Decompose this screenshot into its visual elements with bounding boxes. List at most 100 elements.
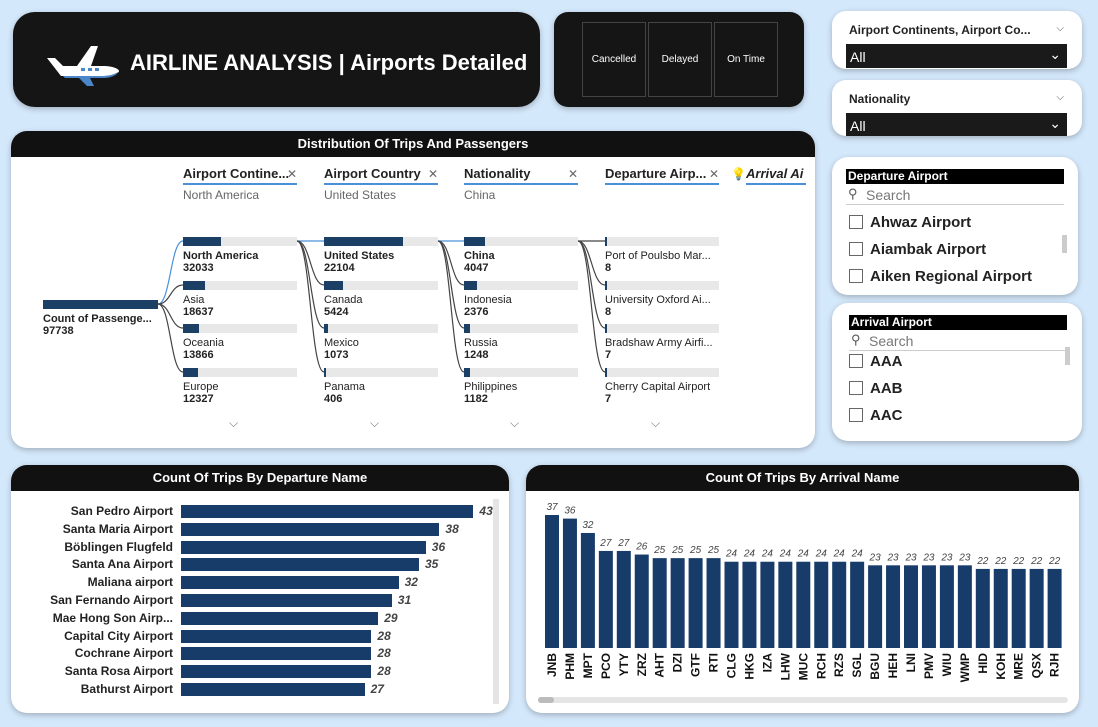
bar-category-label: HID — [976, 653, 990, 674]
chevron-down-icon[interactable]: ⌵ — [1056, 92, 1064, 103]
bar[interactable] — [634, 554, 649, 648]
bar[interactable] — [688, 558, 703, 648]
bar-category-label: BGU — [868, 653, 882, 680]
bar[interactable] — [904, 565, 918, 648]
delayed-button[interactable]: Delayed — [648, 22, 712, 97]
bar[interactable] — [868, 565, 883, 648]
bar-value-label: 32 — [404, 575, 418, 590]
title-card: AIRLINE ANALYSIS | Airports Detailed — [13, 12, 540, 107]
bar-category-label: Capital City Airport — [64, 628, 173, 643]
bar[interactable] — [1029, 568, 1044, 648]
bar-category-label: RCH — [814, 653, 828, 679]
search-placeholder: Search — [869, 333, 914, 349]
scrollbar[interactable] — [493, 499, 499, 704]
scrollbar[interactable] — [1062, 235, 1067, 253]
scrollbar-thumb[interactable] — [538, 697, 554, 703]
bar-value-label: 24 — [815, 549, 828, 560]
bar[interactable] — [939, 565, 954, 648]
bar[interactable] — [921, 565, 936, 648]
bar[interactable] — [814, 561, 829, 648]
bar[interactable] — [616, 550, 631, 648]
bar[interactable] — [181, 522, 440, 536]
nationality-select-value: All — [850, 118, 866, 134]
bar[interactable] — [1011, 568, 1026, 648]
checkbox[interactable] — [849, 354, 863, 368]
bar[interactable] — [545, 515, 559, 648]
bar[interactable] — [652, 558, 667, 648]
checkbox[interactable] — [849, 408, 863, 422]
arrival-search-input[interactable]: ⚲ Search — [849, 332, 1067, 351]
chevron-down-icon: ⌄ — [1049, 115, 1061, 131]
bar-value-label: 29 — [384, 610, 398, 625]
slicer-item-label: AAC — [870, 407, 903, 424]
bar-category-label: Santa Rosa Airport — [64, 664, 173, 679]
bar[interactable] — [181, 647, 372, 661]
status-buttons-card: Cancelled Delayed On Time — [554, 12, 804, 107]
checkbox[interactable] — [849, 215, 863, 229]
bar-category-label: MRE — [1012, 653, 1026, 680]
chevron-down-icon[interactable]: ⌵ — [1056, 23, 1064, 34]
bar-value-label: 22 — [1030, 556, 1043, 567]
continent-select[interactable]: All ⌄ — [846, 44, 1067, 68]
bar[interactable] — [181, 594, 392, 607]
bar[interactable] — [181, 665, 372, 679]
bar-category-label: LHW — [778, 652, 792, 680]
slicer-item[interactable]: AAB — [849, 380, 903, 397]
checkbox[interactable] — [849, 269, 863, 283]
bar-category-label: MUC — [796, 653, 810, 681]
bar-category-label: IZA — [760, 653, 774, 673]
slicer-item[interactable]: Ahwaz Airport — [849, 214, 971, 231]
checkbox[interactable] — [849, 242, 863, 256]
bar-value-label: 24 — [761, 549, 774, 560]
scrollbar[interactable] — [1065, 347, 1070, 365]
bar-value-label: 31 — [397, 593, 412, 607]
bar[interactable] — [957, 565, 972, 648]
slicer-item[interactable]: AAA — [849, 353, 903, 370]
bar[interactable] — [975, 568, 990, 648]
bar-category-label: San Fernando Airport — [50, 593, 173, 607]
bar-value-label: 22 — [1012, 556, 1025, 567]
bar[interactable] — [598, 550, 613, 648]
bar[interactable] — [181, 629, 372, 643]
bar[interactable] — [181, 576, 399, 590]
bar[interactable] — [850, 561, 865, 648]
bar[interactable] — [796, 561, 811, 648]
bar[interactable] — [886, 565, 901, 648]
bar[interactable] — [778, 561, 793, 648]
departure-search-input[interactable]: ⚲ Search — [846, 186, 1064, 205]
bar-value-label: 22 — [994, 556, 1007, 567]
bar-value-label: 27 — [617, 538, 630, 549]
arrival-slicer-title: Arrival Airport — [849, 315, 1067, 330]
slicer-item[interactable]: Aiken Regional Airport — [849, 268, 1032, 285]
bar-category-label: PCO — [599, 653, 613, 679]
cancelled-button[interactable]: Cancelled — [582, 22, 646, 97]
bar[interactable] — [706, 558, 721, 648]
bar[interactable] — [181, 611, 379, 625]
bar-value-label: 23 — [922, 552, 935, 563]
bar-category-label: GTF — [689, 653, 703, 677]
bar-value-label: 27 — [599, 538, 612, 549]
bar[interactable] — [724, 561, 739, 648]
bar[interactable] — [993, 568, 1008, 648]
bar[interactable] — [742, 561, 757, 648]
checkbox[interactable] — [849, 381, 863, 395]
nationality-select[interactable]: All ⌄ — [846, 113, 1067, 136]
search-placeholder: Search — [866, 187, 911, 203]
bar[interactable] — [760, 561, 775, 648]
bar[interactable] — [1047, 568, 1062, 648]
bar[interactable] — [832, 561, 847, 648]
bar[interactable] — [580, 532, 595, 648]
bar[interactable] — [181, 505, 474, 518]
bar-category-label: HKG — [742, 653, 756, 680]
bar-category-label: KOH — [994, 653, 1008, 680]
bar[interactable] — [181, 683, 365, 696]
bar[interactable] — [670, 558, 685, 648]
continent-select-value: All — [850, 49, 866, 65]
bar[interactable] — [181, 540, 426, 554]
horizontal-scrollbar[interactable] — [538, 697, 1068, 703]
on-time-button[interactable]: On Time — [714, 22, 778, 97]
slicer-item[interactable]: AAC — [849, 407, 903, 424]
bar[interactable] — [181, 558, 419, 572]
slicer-item[interactable]: Aiambak Airport — [849, 241, 986, 258]
bar[interactable] — [562, 518, 577, 648]
